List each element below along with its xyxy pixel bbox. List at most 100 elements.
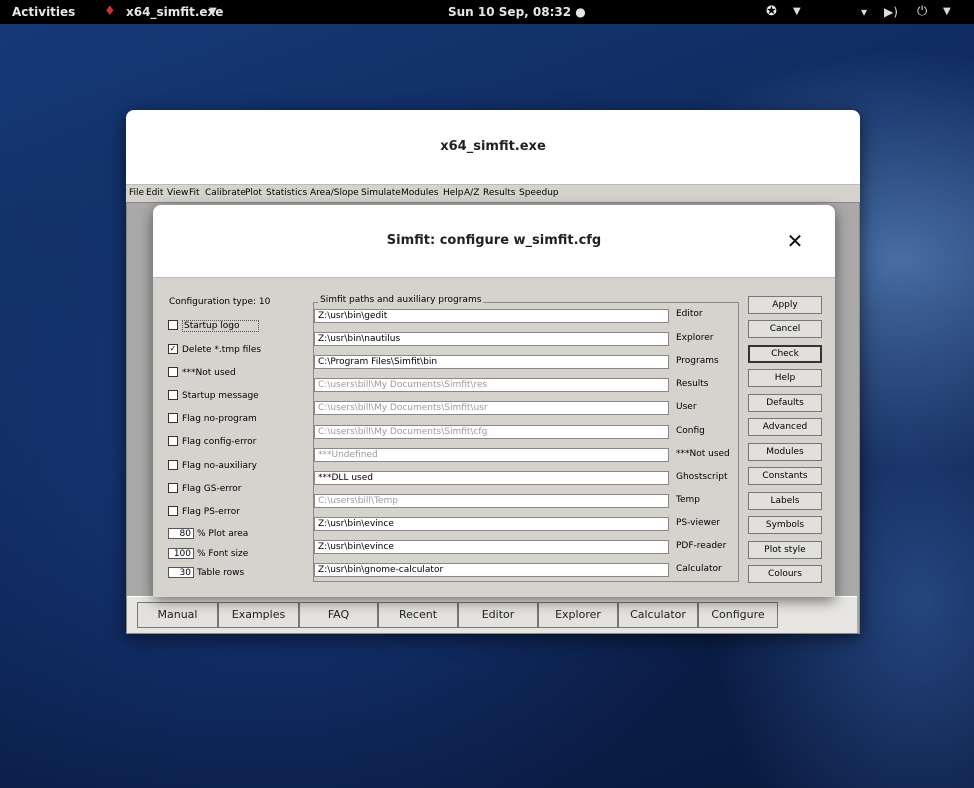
recent-button[interactable]: Recent [378, 602, 458, 628]
option-flag-no-auxiliary[interactable]: Flag no-auxiliary [168, 459, 257, 473]
dialog-header: Simfit: configure w_simfit.cfg ✕ [153, 205, 835, 278]
checkbox[interactable] [168, 435, 178, 446]
plot-area-input[interactable]: 80 [168, 528, 194, 539]
option-flag-gs-error[interactable]: Flag GS-error [168, 482, 242, 496]
editor-button[interactable]: Editor [458, 602, 538, 628]
power-icon[interactable]: ⏻ [917, 0, 927, 24]
examples-button[interactable]: Examples [218, 602, 299, 628]
volume-icon[interactable]: ▶) [884, 0, 898, 24]
manual-button[interactable]: Manual [137, 602, 218, 628]
checkbox[interactable] [168, 366, 178, 377]
menu-fit[interactable]: Fit [189, 188, 200, 198]
menu-file[interactable]: File [129, 188, 144, 198]
path-user-label: User [676, 402, 697, 412]
menu-edit[interactable]: Edit [146, 188, 163, 198]
plot-style-button[interactable]: Plot style [748, 541, 822, 559]
option-delete-tmp[interactable]: ✓ Delete *.tmp files [168, 343, 261, 357]
path-ps-viewer-label: PS-viewer [676, 518, 721, 528]
path-config-label: Config [676, 426, 705, 436]
path-editor-input[interactable]: Z:\usr\bin\gedit [314, 309, 669, 323]
path-calculator-input[interactable]: Z:\usr\bin\gnome-calculator [314, 563, 669, 577]
menu-statistics[interactable]: Statistics [266, 188, 307, 198]
menu-view[interactable]: View [167, 188, 188, 198]
checkbox[interactable] [168, 389, 178, 400]
menu-calibrate[interactable]: Calibrate [205, 188, 246, 198]
activities-button[interactable]: Activities [12, 0, 75, 24]
menu-modules[interactable]: Modules [401, 188, 438, 198]
path-ghostscript-input[interactable]: ***DLL used [314, 471, 669, 485]
option-flag-ps-error[interactable]: Flag PS-error [168, 505, 240, 519]
path-results-label: Results [676, 379, 709, 389]
defaults-button[interactable]: Defaults [748, 394, 822, 412]
font-size-input[interactable]: 100 [168, 548, 194, 559]
menu-a-z[interactable]: A/Z [464, 188, 479, 198]
checkbox[interactable] [168, 319, 178, 330]
path-editor-label: Editor [676, 309, 703, 319]
apply-button[interactable]: Apply [748, 296, 822, 314]
close-icon[interactable]: ✕ [783, 229, 807, 253]
accessibility-icon[interactable]: ✪ [766, 0, 777, 24]
path-not-used-input: ***Undefined [314, 448, 669, 462]
option-startup-message[interactable]: Startup message [168, 389, 259, 403]
chevron-down-icon[interactable]: ▼ [793, 0, 801, 24]
checkbox[interactable] [168, 412, 178, 423]
wine-icon: ♦ [104, 4, 116, 19]
modules-button[interactable]: Modules [748, 443, 822, 461]
shortcut-bar: Manual Examples FAQ Recent Editor Explor… [127, 596, 857, 633]
checkbox-checked[interactable]: ✓ [168, 343, 178, 354]
path-not-used-label: ***Not used [676, 449, 730, 459]
menu-results[interactable]: Results [483, 188, 516, 198]
path-temp-input: C:\users\bill\Temp [314, 494, 669, 508]
checkbox[interactable] [168, 459, 178, 470]
option-startup-logo[interactable]: Startup logo [168, 319, 259, 333]
table-rows-field: 30 Table rows [168, 566, 244, 580]
cancel-button[interactable]: Cancel [748, 320, 822, 338]
top-bar: Activities ♦ x64_simfit.exe ▼ Sun 10 Sep… [0, 0, 974, 24]
path-results-input: C:\users\bill\My Documents\Simfit\res [314, 378, 669, 392]
calculator-button[interactable]: Calculator [618, 602, 698, 628]
colours-button[interactable]: Colours [748, 565, 822, 583]
path-pdf-reader-input[interactable]: Z:\usr\bin\evince [314, 540, 669, 554]
checkbox[interactable] [168, 505, 178, 516]
path-programs-input[interactable]: C:\Program Files\Simfit\bin [314, 355, 669, 369]
menu-bar: File Edit View Fit Calibrate Plot Statis… [126, 184, 860, 203]
configure-dialog: Simfit: configure w_simfit.cfg ✕ Configu… [153, 205, 835, 597]
menu-area-slope[interactable]: Area/Slope [310, 188, 359, 198]
font-size-field: 100% Font size [168, 547, 248, 561]
wifi-icon[interactable]: ▾ [861, 0, 867, 24]
constants-button[interactable]: Constants [748, 467, 822, 485]
menu-speedup[interactable]: Speedup [519, 188, 559, 198]
path-temp-label: Temp [676, 495, 700, 505]
path-explorer-label: Explorer [676, 333, 714, 343]
path-explorer-input[interactable]: Z:\usr\bin\nautilus [314, 332, 669, 346]
menu-simulate[interactable]: Simulate [361, 188, 401, 198]
labels-button[interactable]: Labels [748, 492, 822, 510]
menu-help[interactable]: Help [443, 188, 464, 198]
clock[interactable]: Sun 10 Sep, 08:32 ● [448, 0, 586, 24]
option-not-used[interactable]: ***Not used [168, 366, 236, 380]
symbols-button[interactable]: Symbols [748, 516, 822, 534]
help-button[interactable]: Help [748, 369, 822, 387]
path-config-input: C:\users\bill\My Documents\Simfit\cfg [314, 425, 669, 439]
path-programs-label: Programs [676, 356, 719, 366]
plot-area-field: 80% Plot area [168, 527, 248, 541]
config-type-label: Configuration type: 10 [169, 297, 271, 307]
chevron-down-icon[interactable]: ▼ [209, 0, 217, 24]
paths-group-title: Simfit paths and auxiliary programs [318, 295, 484, 305]
chevron-down-icon[interactable]: ▼ [943, 0, 951, 24]
check-button[interactable]: Check [748, 345, 822, 363]
menu-plot[interactable]: Plot [245, 188, 262, 198]
configure-button[interactable]: Configure [698, 602, 778, 628]
path-pdf-reader-label: PDF-reader [676, 541, 727, 551]
window-title: x64_simfit.exe [440, 139, 546, 154]
table-rows-input[interactable]: 30 [168, 567, 194, 578]
explorer-button[interactable]: Explorer [538, 602, 618, 628]
advanced-button[interactable]: Advanced [748, 418, 822, 436]
dialog-title: Simfit: configure w_simfit.cfg [386, 233, 602, 248]
checkbox[interactable] [168, 482, 178, 493]
faq-button[interactable]: FAQ [299, 602, 378, 628]
option-flag-no-program[interactable]: Flag no-program [168, 412, 257, 426]
desktop-background: Activities ♦ x64_simfit.exe ▼ Sun 10 Sep… [0, 0, 974, 788]
path-ps-viewer-input[interactable]: Z:\usr\bin\evince [314, 517, 669, 531]
option-flag-config-error[interactable]: Flag config-error [168, 435, 256, 449]
